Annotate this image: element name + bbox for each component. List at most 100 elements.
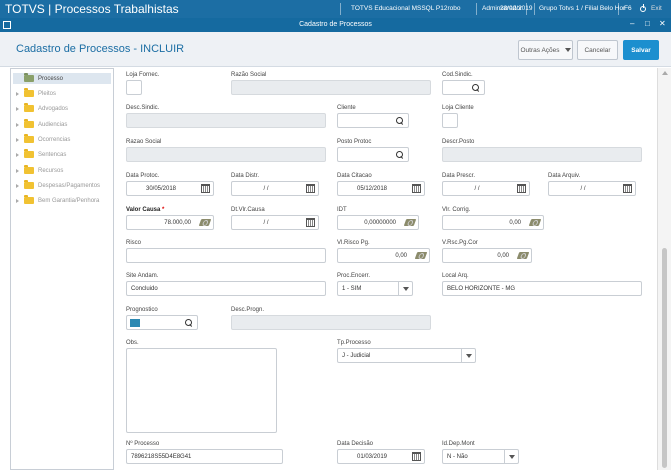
money-icon[interactable] — [403, 219, 417, 226]
sidebar-item-ocorrencias[interactable]: Ocorrencias — [13, 134, 111, 145]
vlr-corrig-label: Vlr. Corrig. — [442, 207, 471, 213]
expand-arrow-icon[interactable] — [16, 168, 19, 173]
dialog-title: Cadastro de Processos — [299, 21, 372, 28]
sidebar-item-recursos[interactable]: Recursos — [13, 165, 111, 176]
sidebar-item-advogados[interactable]: Advogados — [13, 103, 111, 114]
data-distr-label: Data Distr. — [231, 173, 260, 179]
money-icon[interactable] — [516, 252, 530, 259]
expand-arrow-icon[interactable] — [16, 122, 19, 127]
v-rsc-pg-cor-label: V.Rsc.Pg.Cor — [442, 240, 478, 246]
scroll-up-icon[interactable] — [662, 71, 668, 75]
tp-processo-label: Tp.Processo — [337, 340, 371, 346]
sidebar-item-processo[interactable]: Processo — [13, 73, 111, 84]
dt-vlr-causa-input[interactable]: / / — [231, 215, 319, 230]
data-protoc-input[interactable]: 30/05/2018 — [126, 181, 214, 196]
calendar-icon[interactable] — [623, 184, 632, 193]
local-arq-input[interactable]: BELO HORIZONTE - MG — [442, 281, 642, 296]
expand-arrow-icon[interactable] — [16, 152, 19, 157]
id-dep-mont-select[interactable]: N - Não — [442, 449, 519, 464]
data-protoc-label: Data Protoc. — [126, 173, 160, 179]
sidebar-item-pleitos[interactable]: Pleitos — [13, 88, 111, 99]
vertical-scrollbar[interactable] — [657, 68, 671, 470]
search-icon[interactable] — [395, 116, 405, 126]
page-title: Cadastro de Processos - INCLUIR — [16, 43, 185, 55]
search-icon[interactable] — [184, 318, 194, 328]
calendar-icon[interactable] — [306, 218, 315, 227]
scrollbar-thumb[interactable] — [662, 248, 667, 468]
chevron-down-icon[interactable] — [461, 349, 475, 362]
loja-fornec-label: Loja Fornec. — [126, 72, 160, 78]
sidebar-item-audiencias[interactable]: Audiencias — [13, 119, 111, 130]
data-distr-input[interactable]: / / — [231, 181, 319, 196]
expand-arrow-icon[interactable] — [16, 106, 19, 111]
separator — [476, 3, 477, 15]
chevron-down-icon[interactable] — [504, 450, 518, 463]
descr-posto-field — [442, 147, 642, 162]
close-icon[interactable]: ✕ — [659, 19, 666, 28]
calendar-icon[interactable] — [517, 184, 526, 193]
data-prescr-input[interactable]: / / — [442, 181, 530, 196]
search-icon[interactable] — [471, 83, 481, 93]
cancel-button[interactable]: Cancelar — [577, 40, 618, 60]
exit-label[interactable]: Exit — [651, 5, 662, 12]
site-andam-input[interactable]: Concluido — [126, 281, 326, 296]
sidebar-item-sentencas[interactable]: Sentencas — [13, 149, 111, 160]
num-processo-label: Nº Processo — [126, 441, 160, 447]
f6-shortcut[interactable]: F6 — [624, 5, 632, 12]
risco-input[interactable] — [126, 248, 326, 263]
folder-icon — [24, 195, 34, 204]
outras-acoes-button[interactable]: Outras Ações — [518, 40, 573, 60]
sidebar-item-bem-garantia[interactable]: Bem Garantia/Penhora — [13, 195, 111, 206]
chevron-down-icon[interactable] — [398, 282, 412, 295]
loja-cliente-input[interactable] — [442, 113, 458, 128]
vl-risco-pg-input[interactable]: 0,00 — [337, 248, 430, 263]
expand-arrow-icon[interactable] — [16, 137, 19, 142]
v-rsc-pg-cor-input[interactable]: 0,00 — [442, 248, 532, 263]
calendar-icon[interactable] — [412, 452, 421, 461]
required-marker: * — [162, 207, 165, 213]
money-icon[interactable] — [528, 219, 542, 226]
loja-fornec-input[interactable] — [126, 80, 142, 95]
power-icon[interactable] — [640, 4, 646, 12]
expand-arrow-icon[interactable] — [16, 183, 19, 188]
calendar-icon[interactable] — [412, 184, 421, 193]
desc-progn-field — [231, 315, 431, 330]
calendar-icon[interactable] — [306, 184, 315, 193]
folder-icon — [24, 180, 34, 189]
money-icon[interactable] — [414, 252, 428, 259]
expand-arrow-icon[interactable] — [16, 91, 19, 96]
prognostico-input[interactable] — [126, 315, 198, 330]
vlr-corrig-input[interactable]: 0,00 — [442, 215, 544, 230]
app-title: TOTVS | Processos Trabalhistas — [5, 2, 179, 16]
save-button[interactable]: Salvar — [623, 40, 659, 60]
proc-encerr-select[interactable]: 1 - SIM — [337, 281, 413, 296]
minimize-icon[interactable]: – — [630, 19, 634, 28]
sidebar-item-despesas[interactable]: Despesas/Pagamentos — [13, 180, 111, 191]
idt-label: IDT — [337, 207, 347, 213]
search-icon[interactable] — [395, 150, 405, 160]
cod-sindic-input[interactable] — [442, 80, 485, 95]
company-label[interactable]: Grupo Totvs 1 / Filial Belo Hor — [539, 5, 625, 12]
num-processo-input[interactable]: 7896218S55D4E8G41 — [126, 449, 283, 464]
outras-acoes-label: Outras Ações — [520, 46, 560, 54]
posto-protoc-input[interactable] — [337, 147, 409, 162]
calendar-icon[interactable] — [201, 184, 210, 193]
data-citacao-input[interactable]: 05/12/2018 — [337, 181, 425, 196]
money-icon[interactable] — [198, 219, 212, 226]
data-decisao-input[interactable]: 01/03/2019 — [337, 449, 425, 464]
tp-processo-select[interactable]: J - Judicial — [337, 348, 476, 363]
expand-arrow-icon[interactable] — [16, 198, 19, 203]
separator — [534, 3, 535, 15]
local-arq-label: Local Arq. — [442, 273, 469, 279]
maximize-icon[interactable]: □ — [645, 19, 650, 28]
posto-protoc-label: Posto Protoc — [337, 139, 372, 145]
separator — [340, 3, 341, 15]
obs-textarea[interactable] — [126, 348, 277, 433]
environment-label: TOTVS Educacional MSSQL P12robo — [351, 5, 461, 12]
data-arquiv-input[interactable]: / / — [548, 181, 636, 196]
idt-input[interactable]: 0,00000000 — [337, 215, 419, 230]
valor-causa-input[interactable]: 78.000,00 — [126, 215, 214, 230]
folder-icon — [24, 165, 34, 174]
razao-social-label: Razão Social — [231, 72, 267, 78]
cliente-input[interactable] — [337, 113, 409, 128]
